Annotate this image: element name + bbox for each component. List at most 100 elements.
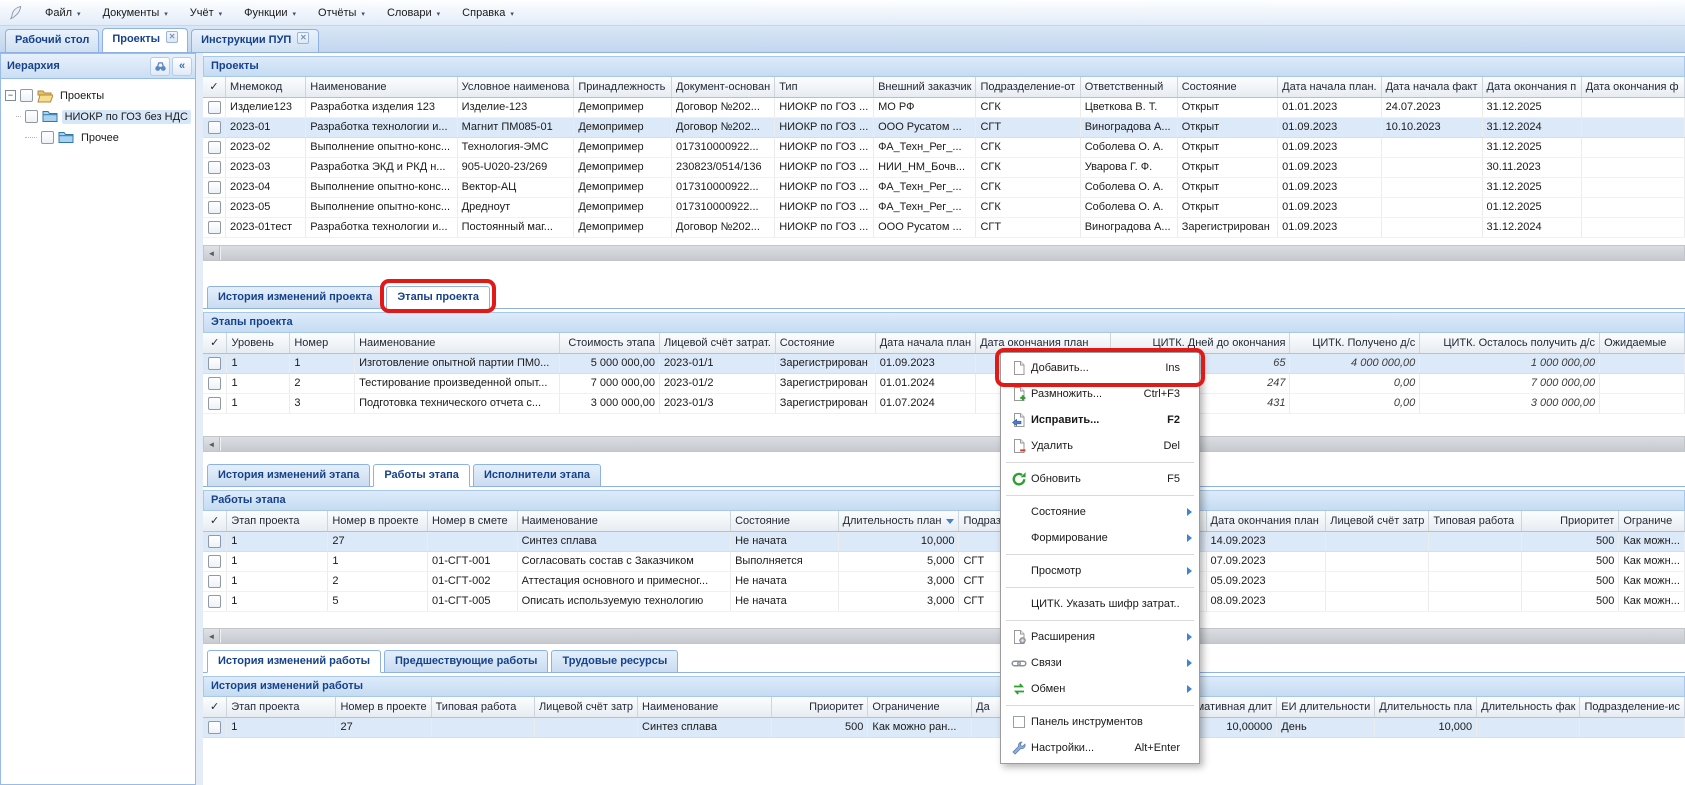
checkbox[interactable] (208, 181, 221, 194)
column-header[interactable]: Состояние (731, 511, 838, 531)
sidebar-item-other[interactable]: Прочее (5, 127, 191, 148)
checkbox[interactable] (208, 161, 221, 174)
close-icon[interactable]: ✕ (297, 32, 309, 44)
column-header[interactable]: Подразделение-ис (1580, 697, 1685, 717)
column-header[interactable]: Тип (775, 77, 874, 97)
table-row[interactable]: 1201-СГТ-002Аттестация основного и приме… (203, 571, 1685, 591)
column-header[interactable]: Ограниче (1619, 511, 1685, 531)
column-header[interactable]: Этап проекта (227, 511, 328, 531)
menubar-item-1[interactable]: Документы▾ (92, 3, 179, 23)
tab-work-history[interactable]: История изменений работы (207, 650, 381, 673)
column-header[interactable]: Длительность фак (1477, 697, 1580, 717)
column-header[interactable]: Стоимость этапа (560, 333, 660, 353)
table-row[interactable]: 127Синтез сплава500Как можно ран...10,00… (203, 717, 1685, 737)
checkbox[interactable] (208, 555, 221, 568)
sidebar-item-projects-root[interactable]: −Проекты (5, 85, 191, 106)
column-header[interactable]: Мнемокод (226, 77, 306, 97)
column-header[interactable]: Внешний заказчик (874, 77, 976, 97)
column-header[interactable]: Наименование (517, 511, 731, 531)
tab-stage-works[interactable]: Работы этапа (373, 464, 470, 487)
context-menu-item-refresh[interactable]: ОбновитьF5 (1003, 466, 1197, 492)
checkbox[interactable] (208, 377, 221, 390)
select-all-header[interactable]: ✓ (203, 77, 226, 97)
column-header[interactable]: Типовая работа (431, 697, 534, 717)
checkbox[interactable] (208, 595, 221, 608)
tab-stage-history[interactable]: История изменений этапа (207, 464, 370, 486)
works-hscrollbar[interactable]: ◄ (203, 628, 1685, 644)
menubar-item-4[interactable]: Отчёты▾ (307, 3, 376, 23)
sidebar-item-niokr-goz[interactable]: НИОКР по ГОЗ без НДС (5, 106, 191, 127)
column-header[interactable]: Дата окончания план (976, 333, 1111, 353)
column-header[interactable]: Состояние (775, 333, 875, 353)
context-menu-item-add[interactable]: Добавить...Ins (1003, 355, 1197, 381)
checkbox[interactable] (208, 221, 221, 234)
column-header[interactable]: Ответственный (1080, 77, 1177, 97)
context-menu-item-delete[interactable]: УдалитьDel (1003, 433, 1197, 459)
tab-project-stages[interactable]: Этапы проекта (386, 286, 490, 309)
column-header[interactable]: Наименование (638, 697, 772, 717)
checkbox[interactable] (208, 397, 221, 410)
column-header[interactable]: Условное наименова (457, 77, 574, 97)
checkbox[interactable] (20, 89, 33, 102)
checkbox[interactable] (208, 535, 221, 548)
window-tab-pup-instructions[interactable]: Инструкции ПУП✕ (191, 29, 319, 52)
checkbox[interactable] (208, 201, 221, 214)
column-header[interactable]: Типовая работа (1429, 511, 1522, 531)
column-header[interactable]: Длительность план (838, 511, 959, 531)
table-row[interactable]: 2023-01тестРазработка технологии и...Пос… (203, 217, 1685, 237)
checkbox[interactable] (208, 575, 221, 588)
column-header[interactable]: Подразделение-от (976, 77, 1080, 97)
column-header[interactable]: Номер (290, 333, 355, 353)
column-header[interactable]: Лицевой счёт затр (1326, 511, 1429, 531)
context-menu-item-settings[interactable]: Настройки...Alt+Enter (1003, 735, 1197, 761)
context-menu-item-extensions[interactable]: Расширения (1003, 624, 1197, 650)
column-header[interactable]: Ожидаемые (1600, 333, 1685, 353)
column-header[interactable]: Приоритет (772, 697, 868, 717)
column-header[interactable]: Длительность пла (1375, 697, 1477, 717)
column-header[interactable]: ЕИ длительности (1277, 697, 1375, 717)
column-header[interactable]: Номер в смете (427, 511, 517, 531)
column-header[interactable]: Принадлежность (574, 77, 672, 97)
table-row[interactable]: 1101-СГТ-001Согласовать состав с Заказчи… (203, 551, 1685, 571)
scroll-left-icon[interactable]: ◄ (204, 629, 220, 643)
select-all-header[interactable]: ✓ (203, 333, 227, 353)
column-header[interactable]: Наименование (355, 333, 560, 353)
find-button[interactable] (150, 57, 170, 76)
panel-splitter[interactable] (196, 53, 203, 785)
menubar-item-6[interactable]: Справка▾ (451, 3, 525, 23)
stages-hscrollbar[interactable]: ◄ (203, 436, 1685, 452)
column-header[interactable]: ЦИТК. Получено д/с (1290, 333, 1420, 353)
collapse-panel-button[interactable]: « (172, 57, 192, 76)
context-menu-item-exchange[interactable]: Обмен (1003, 676, 1197, 702)
tab-preceding-works[interactable]: Предшествующие работы (384, 650, 548, 672)
table-row[interactable]: 2023-03Разработка ЭКД и РКД н...905-U020… (203, 157, 1685, 177)
table-row[interactable]: 12Тестирование произведенной опыт...7 00… (203, 373, 1685, 393)
column-header[interactable]: Дата начала факт (1381, 77, 1482, 97)
close-icon[interactable]: ✕ (166, 31, 178, 43)
context-menu-item-view[interactable]: Просмотр (1003, 558, 1197, 584)
context-menu-item-toolbar-panel[interactable]: Панель инструментов (1003, 709, 1197, 735)
context-menu-item-formation[interactable]: Формирование (1003, 525, 1197, 551)
table-row[interactable]: 1501-СГТ-005Описать используемую техноло… (203, 591, 1685, 611)
column-header[interactable]: Дата начала план. (1278, 77, 1381, 97)
tab-stage-executors[interactable]: Исполнители этапа (473, 464, 601, 486)
scroll-thumb[interactable] (220, 246, 1684, 260)
context-menu-item-links[interactable]: Связи (1003, 650, 1197, 676)
tree-expander-icon[interactable]: − (5, 90, 16, 101)
table-row[interactable]: 13Подготовка технического отчета с...3 0… (203, 393, 1685, 413)
column-header[interactable]: Уровень (227, 333, 290, 353)
column-header[interactable]: Документ-основан (672, 77, 775, 97)
column-header[interactable]: Наименование (306, 77, 457, 97)
projects-hscrollbar[interactable]: ◄ (203, 245, 1685, 261)
window-tab-desktop[interactable]: Рабочий стол (5, 29, 99, 52)
column-header[interactable]: ЦИТК. Дней до окончания (1110, 333, 1290, 353)
checkbox[interactable] (41, 131, 54, 144)
column-header[interactable]: Дата окончания п (1482, 77, 1581, 97)
checkbox[interactable] (208, 121, 221, 134)
scroll-thumb[interactable] (220, 437, 1684, 451)
select-all-header[interactable]: ✓ (203, 697, 227, 717)
checkbox[interactable] (208, 101, 221, 114)
scroll-left-icon[interactable]: ◄ (204, 246, 220, 260)
column-header[interactable]: Дата начала план (875, 333, 975, 353)
tab-labor-resources[interactable]: Трудовые ресурсы (551, 650, 678, 672)
